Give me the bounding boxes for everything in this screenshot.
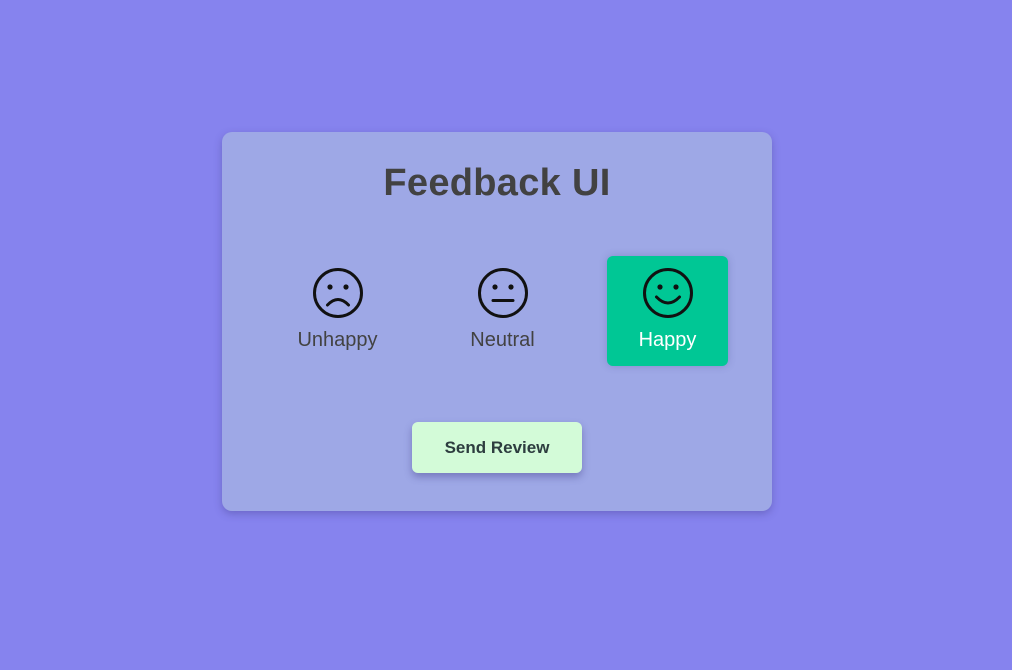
page-title: Feedback UI [383,162,611,204]
send-review-button[interactable]: Send Review [412,422,582,473]
rating-label: Happy [638,329,697,351]
feedback-panel: Feedback UI Unhappy Neutral Happy Send R… [222,132,772,511]
smile-face-icon [642,267,694,319]
neutral-face-icon [477,267,529,319]
rating-unhappy[interactable]: Unhappy [277,256,398,366]
rating-happy[interactable]: Happy [607,256,728,366]
frown-face-icon [312,267,364,319]
ratings-container: Unhappy Neutral Happy [277,256,728,366]
rating-neutral[interactable]: Neutral [442,256,563,366]
rating-label: Unhappy [297,329,378,351]
rating-label: Neutral [470,329,535,351]
